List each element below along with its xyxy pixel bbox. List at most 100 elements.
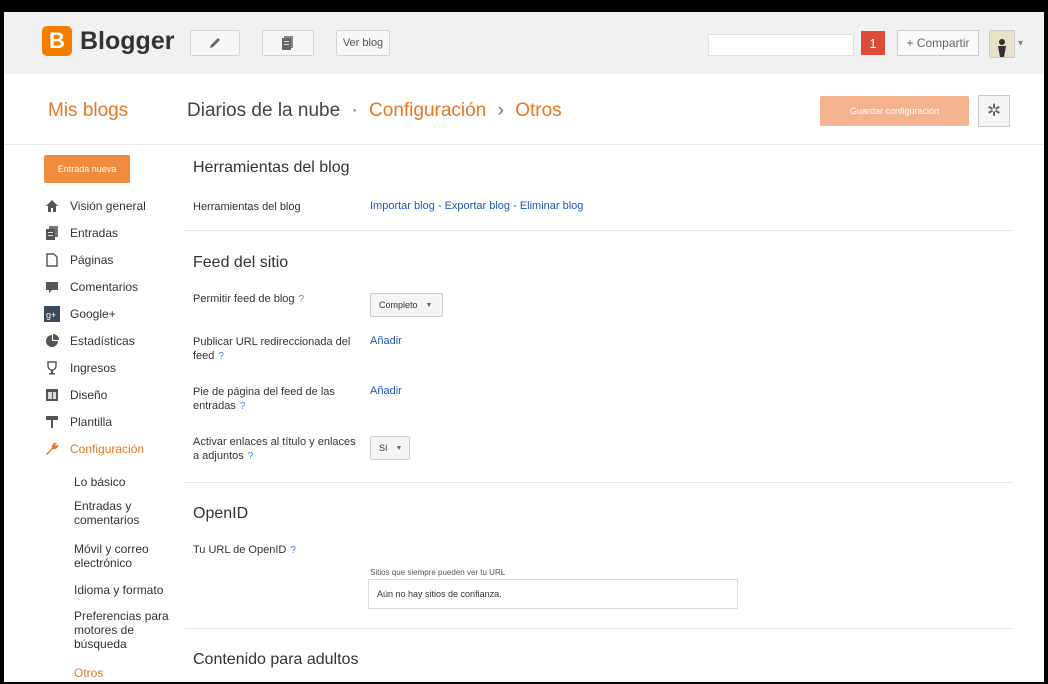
sidebar-item-settings[interactable]: Configuración (44, 438, 144, 460)
gear-icon: ✲ (986, 101, 1002, 120)
breadcrumb-other: Otros (515, 100, 562, 121)
section-divider (185, 628, 1013, 629)
section-title-openid: OpenID (193, 505, 249, 522)
enclosure-links-value: Sí (379, 443, 388, 453)
section-divider (185, 482, 1013, 483)
my-blogs-link[interactable]: Mis blogs (48, 100, 128, 122)
sidebar-item-comments[interactable]: Comentarios (44, 276, 138, 298)
new-post-button[interactable]: Entrada nueva (44, 155, 130, 183)
notification-count[interactable]: 1 (861, 31, 885, 55)
feed-redirect-text: Publicar URL redireccionada del feed (193, 336, 351, 362)
sidebar-subitem-mobile-email[interactable]: Móvil y correo electrónico (74, 542, 174, 570)
blogger-logo[interactable]: B Blogger (42, 26, 174, 56)
sidebar-item-label: Comentarios (70, 280, 139, 294)
help-icon[interactable]: ? (240, 401, 246, 412)
help-icon[interactable]: ? (248, 451, 254, 462)
pages-icon (282, 36, 293, 50)
search-input[interactable] (708, 34, 854, 56)
blogger-logo-icon: B (42, 26, 72, 56)
sidebar-item-label: Plantilla (70, 415, 113, 429)
enclosure-links-label: Activar enlaces al título y enlaces a ad… (193, 435, 358, 464)
blogger-logo-text: Blogger (80, 26, 175, 55)
view-blog-button[interactable]: Ver blog (336, 30, 390, 56)
breadcrumb-arrow: › (497, 100, 504, 121)
section-title-site-feed: Feed del sitio (193, 254, 289, 271)
blog-tools-label: Herramientas del blog (193, 201, 301, 213)
sidebar-item-label: Páginas (70, 253, 114, 267)
sidebar-item-layout[interactable]: Diseño (44, 384, 107, 406)
save-settings-button[interactable]: Guardar configuración (820, 96, 969, 126)
delete-blog-link[interactable]: Eliminar blog (520, 200, 584, 212)
link-separator: - (434, 200, 445, 212)
enclosure-links-text: Activar enlaces al título y enlaces a ad… (193, 436, 356, 462)
google-plus-icon: g+ (44, 306, 60, 322)
add-feed-redirect-link[interactable]: Añadir (370, 335, 402, 347)
chevron-down-icon[interactable]: ▾ (1018, 38, 1023, 49)
settings-gear-button[interactable]: ✲ (978, 95, 1010, 127)
sidebar-item-label: Google+ (70, 307, 116, 321)
page-icon (44, 252, 60, 268)
section-title-adult-content: Contenido para adultos (193, 651, 359, 668)
chevron-down-icon: ▼ (425, 301, 433, 309)
layout-icon (44, 387, 60, 403)
sidebar-item-label: Entradas (70, 226, 119, 240)
allow-feed-value: Completo (379, 300, 418, 310)
pencil-icon (210, 38, 220, 48)
breadcrumb-dot: · (351, 100, 358, 121)
sidebar-subitem-basics[interactable]: Lo básico (74, 475, 174, 489)
breadcrumb-settings[interactable]: Configuración (369, 100, 486, 121)
pages-toolbar-button[interactable] (262, 30, 314, 56)
section-title-blog-tools: Herramientas del blog (193, 159, 350, 176)
feed-footer-label: Pie de página del feed de las entradas? (193, 385, 358, 414)
sidebar-item-label: Diseño (70, 388, 108, 402)
share-button[interactable]: + Compartir (897, 30, 979, 56)
import-blog-link[interactable]: Importar blog (370, 200, 435, 212)
trusted-sites-note: Sitios que siempre pueden ver tu URL (370, 568, 506, 577)
help-icon[interactable]: ? (299, 294, 305, 305)
add-feed-footer-link[interactable]: Añadir (370, 385, 402, 397)
top-bar: B Blogger Ver blog 1 + Compartir ▾ (4, 12, 1044, 75)
breadcrumb: Diarios de la nube · Configuración › Otr… (187, 100, 562, 122)
sidebar-item-overview[interactable]: Visión general (44, 195, 146, 217)
home-icon (44, 198, 60, 214)
sidebar-item-label: Ingresos (70, 361, 117, 375)
sidebar-item-google-plus[interactable]: g+ Google+ (44, 303, 116, 325)
comment-icon (44, 279, 60, 295)
user-avatar-icon[interactable] (989, 30, 1015, 58)
new-post-toolbar-button[interactable] (190, 30, 240, 56)
openid-url-text: Tu URL de OpenID (193, 544, 287, 556)
sidebar-item-posts[interactable]: Entradas (44, 222, 118, 244)
sidebar-item-label: Estadísticas (70, 334, 135, 348)
sidebar-item-pages[interactable]: Páginas (44, 249, 113, 271)
wrench-icon (44, 441, 60, 457)
sidebar-item-label: Visión general (70, 199, 146, 213)
link-separator: - (510, 200, 520, 212)
template-icon (44, 414, 60, 430)
allow-feed-select[interactable]: Completo ▼ (370, 293, 443, 317)
help-icon[interactable]: ? (218, 351, 224, 362)
sidebar-subitem-search-preferences[interactable]: Preferencias para motores de búsqueda (74, 609, 174, 651)
help-icon[interactable]: ? (290, 545, 296, 556)
posts-icon (44, 225, 60, 241)
allow-feed-text: Permitir feed de blog (193, 293, 295, 305)
sidebar-item-stats[interactable]: Estadísticas (44, 330, 135, 352)
feed-footer-text: Pie de página del feed de las entradas (193, 386, 335, 412)
allow-feed-label: Permitir feed de blog? (193, 292, 358, 307)
export-blog-link[interactable]: Exportar blog (445, 200, 510, 212)
pie-chart-icon (44, 333, 60, 349)
blog-tools-links: Importar blog - Exportar blog - Eliminar… (370, 200, 583, 212)
trophy-icon (44, 360, 60, 376)
sidebar-subitem-language-format[interactable]: Idioma y formato (74, 583, 174, 597)
blog-name[interactable]: Diarios de la nube (187, 100, 340, 121)
sidebar-item-earnings[interactable]: Ingresos (44, 357, 116, 379)
enclosure-links-select[interactable]: Sí ▼ (370, 436, 410, 460)
feed-redirect-label: Publicar URL redireccionada del feed? (193, 335, 358, 364)
chevron-down-icon: ▼ (395, 444, 403, 452)
trusted-sites-box: Aún no hay sitios de confianza. (368, 579, 738, 609)
sidebar-subitem-posts-comments[interactable]: Entradas y comentarios (74, 499, 174, 527)
header-bar: Mis blogs Diarios de la nube · Configura… (4, 74, 1044, 145)
sidebar-subitem-other[interactable]: Otros (74, 666, 174, 680)
section-divider (185, 230, 1013, 231)
sidebar-item-template[interactable]: Plantilla (44, 411, 112, 433)
svg-text:g+: g+ (46, 310, 56, 320)
